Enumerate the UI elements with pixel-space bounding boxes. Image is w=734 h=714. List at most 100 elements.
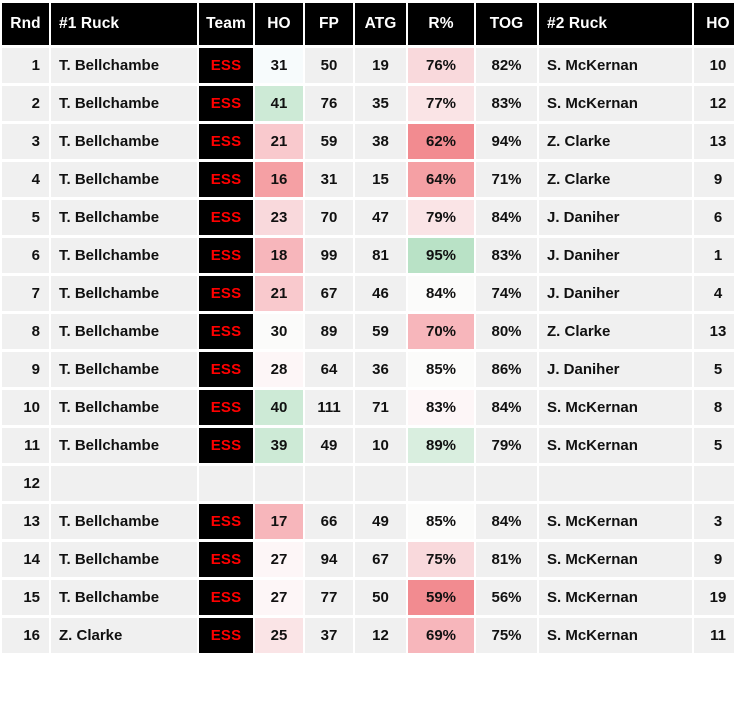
table-row[interactable]: 4 T. Bellchambe ESS 16 31 15 64% 71% Z. Clarke 9 (2, 162, 734, 197)
column-header-fp[interactable]: FP (305, 3, 353, 45)
table-row[interactable]: 13 T. Bellchambe ESS 17 66 49 85% 84% S. McKerna… (2, 504, 734, 539)
cell-ruck1: T. Bellchambe (51, 238, 197, 273)
column-header-ruck2[interactable]: #2 Ruck (539, 3, 692, 45)
cell-rnd: 9 (2, 352, 49, 387)
column-header-ho1[interactable]: HO (255, 3, 303, 45)
cell-atg: 38 (355, 124, 406, 159)
cell-atg (355, 466, 406, 501)
cell-atg: 71 (355, 390, 406, 425)
cell-team: ESS (199, 162, 253, 197)
cell-ho2: 3 (694, 504, 734, 539)
cell-team: ESS (199, 580, 253, 615)
table-row[interactable]: 16 Z. Clarke ESS 25 37 12 69% 75% S. McKernan 11 (2, 618, 734, 653)
table-row[interactable]: 9 T. Bellchambe ESS 28 64 36 85% 86% J. Daniher 5 (2, 352, 734, 387)
cell-tog: 83% (476, 86, 537, 121)
cell-team: ESS (199, 542, 253, 577)
cell-tog: 84% (476, 200, 537, 235)
cell-ho2 (694, 466, 734, 501)
cell-atg: 15 (355, 162, 406, 197)
cell-ruck1: T. Bellchambe (51, 580, 197, 615)
cell-rpct: 85% (408, 352, 474, 387)
cell-ruck1: T. Bellchambe (51, 162, 197, 197)
team-badge: ESS (199, 504, 253, 539)
column-header-tog[interactable]: TOG (476, 3, 537, 45)
cell-rnd: 16 (2, 618, 49, 653)
cell-team: ESS (199, 238, 253, 273)
table-row[interactable]: 14 T. Bellchambe ESS 27 94 67 75% 81% S. McKerna… (2, 542, 734, 577)
table-row[interactable]: 15 T. Bellchambe ESS 27 77 50 59% 56% S. McKerna… (2, 580, 734, 615)
cell-ho1: 39 (255, 428, 303, 463)
team-badge: ESS (199, 200, 253, 235)
team-badge: ESS (199, 86, 253, 121)
cell-ruck2: Z. Clarke (539, 124, 692, 159)
cell-ho2: 1 (694, 238, 734, 273)
team-badge: ESS (199, 352, 253, 387)
table-row[interactable]: 2 T. Bellchambe ESS 41 76 35 77% 83% S. McKernan… (2, 86, 734, 121)
cell-rpct: 59% (408, 580, 474, 615)
cell-rnd: 3 (2, 124, 49, 159)
cell-ho1: 27 (255, 580, 303, 615)
cell-fp: 64 (305, 352, 353, 387)
cell-rnd: 5 (2, 200, 49, 235)
cell-tog: 81% (476, 542, 537, 577)
team-badge: ESS (199, 276, 253, 311)
header-row: Rnd #1 Ruck Team HO FP ATG R% TOG #2 Ruc… (2, 3, 734, 45)
cell-fp: 89 (305, 314, 353, 349)
cell-team: ESS (199, 428, 253, 463)
cell-ho2: 5 (694, 428, 734, 463)
cell-ho2: 10 (694, 48, 734, 83)
column-header-team[interactable]: Team (199, 3, 253, 45)
column-header-rnd[interactable]: Rnd (2, 3, 49, 45)
cell-rnd: 7 (2, 276, 49, 311)
cell-rpct: 89% (408, 428, 474, 463)
cell-ho1: 21 (255, 276, 303, 311)
cell-ruck2: S. McKernan (539, 504, 692, 539)
cell-atg: 36 (355, 352, 406, 387)
cell-team: ESS (199, 86, 253, 121)
cell-ho2: 12 (694, 86, 734, 121)
cell-team: ESS (199, 352, 253, 387)
cell-tog: 74% (476, 276, 537, 311)
team-badge (199, 466, 253, 501)
cell-atg: 49 (355, 504, 406, 539)
cell-tog: 94% (476, 124, 537, 159)
table-row[interactable]: 1 T. Bellchambe ESS 31 50 19 76% 82% S. McKernan… (2, 48, 734, 83)
table-row[interactable]: 8 T. Bellchambe ESS 30 89 59 70% 80% Z. Clarke 13 (2, 314, 734, 349)
cell-ho2: 13 (694, 124, 734, 159)
cell-rpct: 75% (408, 542, 474, 577)
cell-ruck1: Z. Clarke (51, 618, 197, 653)
table-row[interactable]: 7 T. Bellchambe ESS 21 67 46 84% 74% J. Daniher 4 (2, 276, 734, 311)
cell-ho2: 13 (694, 314, 734, 349)
cell-ho1: 18 (255, 238, 303, 273)
cell-atg: 47 (355, 200, 406, 235)
cell-tog: 79% (476, 428, 537, 463)
team-badge: ESS (199, 618, 253, 653)
cell-tog: 71% (476, 162, 537, 197)
column-header-atg[interactable]: ATG (355, 3, 406, 45)
cell-ho1: 30 (255, 314, 303, 349)
cell-atg: 67 (355, 542, 406, 577)
team-badge: ESS (199, 48, 253, 83)
cell-rpct: 69% (408, 618, 474, 653)
cell-fp (305, 466, 353, 501)
table-row[interactable]: 11 T. Bellchambe ESS 39 49 10 89% 79% S. McKerna… (2, 428, 734, 463)
team-badge: ESS (199, 428, 253, 463)
cell-ruck1 (51, 466, 197, 501)
table-row[interactable]: 3 T. Bellchambe ESS 21 59 38 62% 94% Z. Clarke 13 (2, 124, 734, 159)
column-header-ho2[interactable]: HO (694, 3, 734, 45)
cell-tog: 75% (476, 618, 537, 653)
column-header-rpct[interactable]: R% (408, 3, 474, 45)
cell-ruck1: T. Bellchambe (51, 276, 197, 311)
cell-ruck1: T. Bellchambe (51, 86, 197, 121)
cell-ho1: 25 (255, 618, 303, 653)
cell-rnd: 1 (2, 48, 49, 83)
table-row[interactable]: 6 T. Bellchambe ESS 18 99 81 95% 83% J. Daniher 1 (2, 238, 734, 273)
table-row[interactable]: 12 (2, 466, 734, 501)
table-row[interactable]: 10 T. Bellchambe ESS 40 111 71 83% 84% S. McKern… (2, 390, 734, 425)
table-body: 1 T. Bellchambe ESS 31 50 19 76% 82% S. McKernan… (2, 48, 734, 653)
cell-ho1: 41 (255, 86, 303, 121)
cell-fp: 94 (305, 542, 353, 577)
cell-atg: 12 (355, 618, 406, 653)
column-header-ruck1[interactable]: #1 Ruck (51, 3, 197, 45)
table-row[interactable]: 5 T. Bellchambe ESS 23 70 47 79% 84% J. Daniher 6 (2, 200, 734, 235)
